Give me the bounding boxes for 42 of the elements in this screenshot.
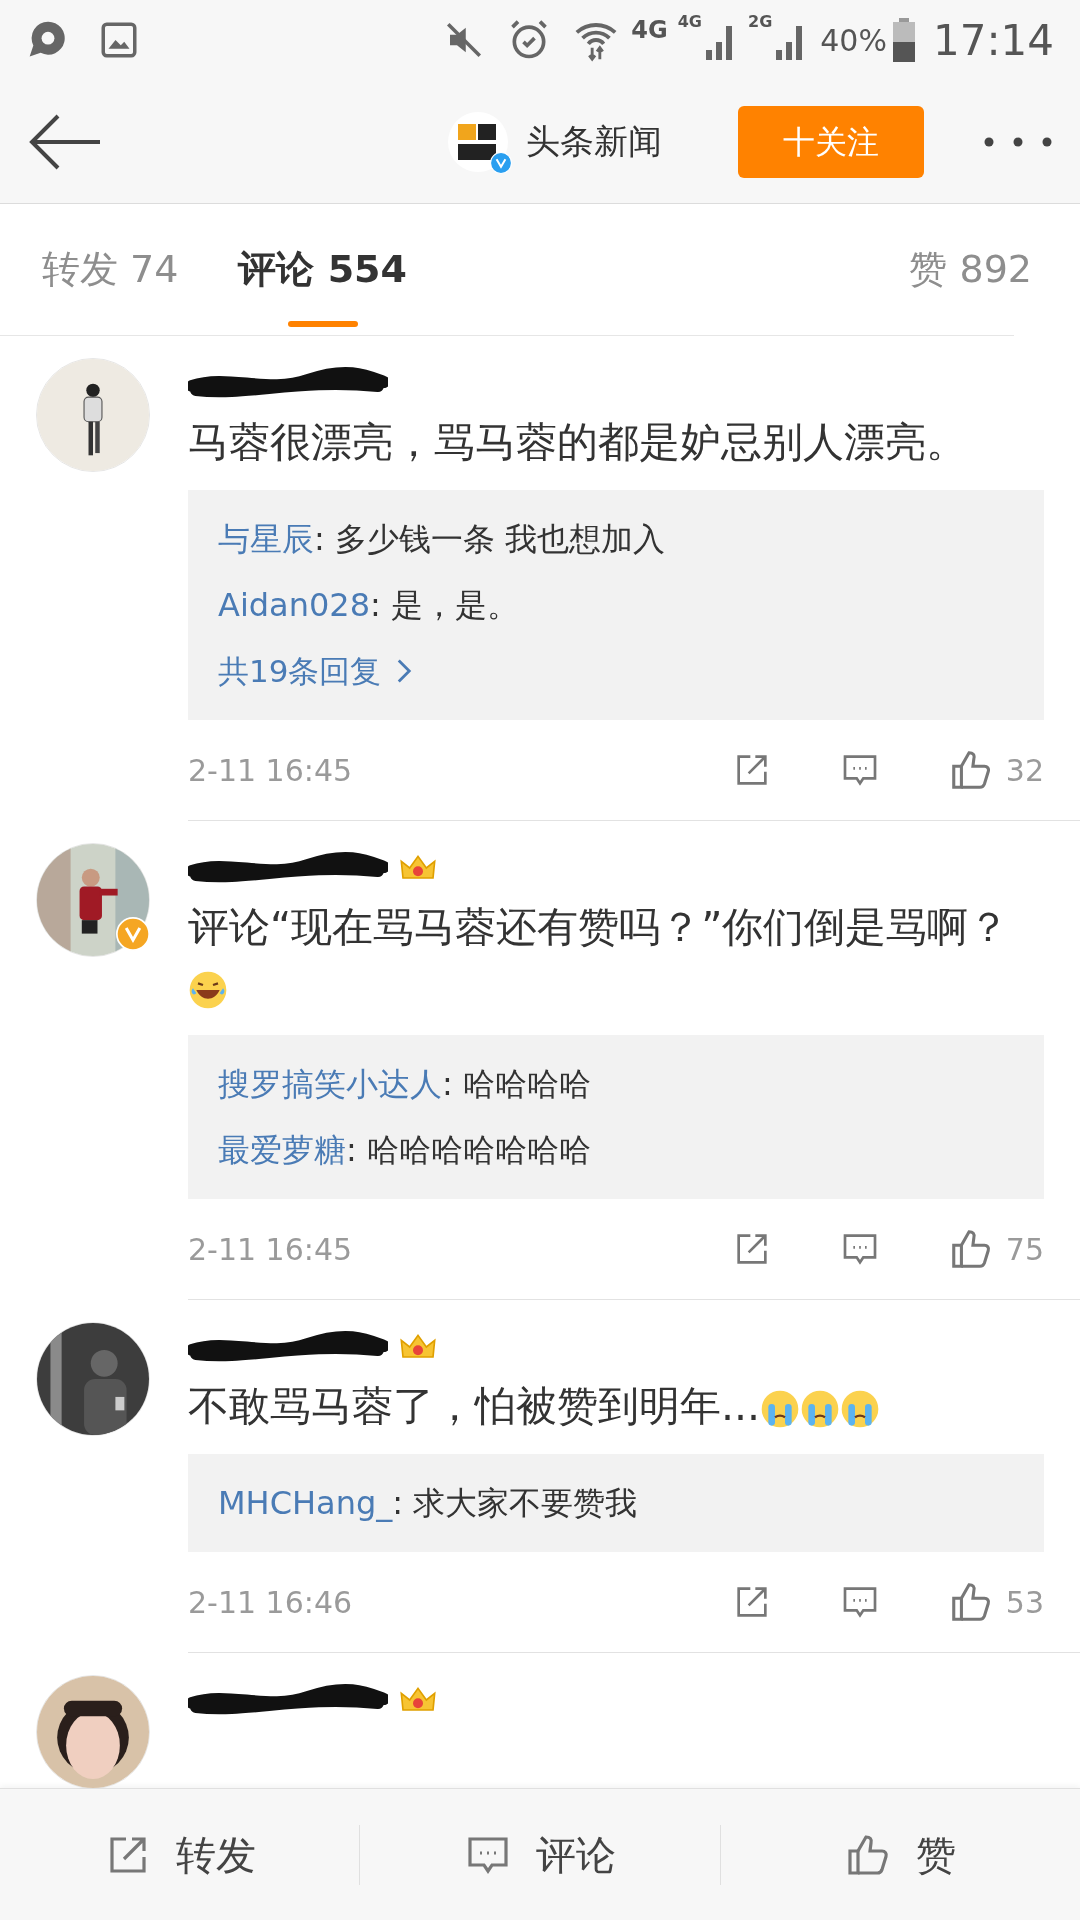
network-label: 2G xyxy=(748,11,773,33)
comment-text: 评论“现在骂马蓉还有赞吗？”你们倒是骂啊？ xyxy=(188,897,1044,1017)
comment-text: 马蓉很漂亮，骂马蓉的都是妒忌别人漂亮。 xyxy=(188,417,968,468)
account-name: 头条新闻 xyxy=(526,120,662,163)
reply-username[interactable]: MHCHang_ xyxy=(218,1479,393,1527)
like-button[interactable]: 53 xyxy=(947,1579,1044,1625)
comment-action-button[interactable]: 评论 xyxy=(360,1824,720,1885)
follow-button[interactable]: 十关注 xyxy=(738,105,924,178)
reply-text: : 多少钱一条 我也想加入 xyxy=(314,519,666,560)
comment-time: 2-11 16:45 xyxy=(188,751,354,790)
reply-text: : 哈哈哈哈哈哈哈 xyxy=(346,1130,591,1171)
like-button[interactable]: 75 xyxy=(947,1226,1044,1272)
network-label: 4G xyxy=(677,11,702,33)
laughing-emoji-icon xyxy=(188,970,228,1010)
tab[interactable]: 评论 554 xyxy=(238,204,407,335)
clock: 17:14 xyxy=(932,14,1054,67)
tab-underline xyxy=(287,321,358,327)
chevron-right-icon xyxy=(395,657,414,685)
crying-emoji-icon xyxy=(840,1389,881,1429)
network-label: 4G xyxy=(631,15,668,46)
reply-text: : 哈哈哈哈 xyxy=(442,1064,591,1105)
comment-text: 不敢骂马蓉了，怕被赞到明年... xyxy=(188,1376,1044,1436)
reply-username[interactable]: 与星辰 xyxy=(218,515,314,563)
news-logo xyxy=(448,111,508,172)
reply-text: : 是，是。 xyxy=(370,585,519,626)
like-button[interactable]: 32 xyxy=(947,747,1044,793)
likes-tab[interactable]: 赞 892 xyxy=(909,204,1032,335)
reply-username[interactable]: 搜罗搞笑小达人 xyxy=(218,1060,442,1108)
comment-time: 2-11 16:46 xyxy=(188,1583,354,1622)
comment-time: 2-11 16:45 xyxy=(188,1230,354,1269)
crying-emoji-icon xyxy=(760,1389,801,1429)
reply-username[interactable]: 最爱萝糖 xyxy=(218,1126,346,1174)
battery-percent: 40% xyxy=(820,21,887,60)
repost-action-button[interactable]: 转发 xyxy=(0,1824,360,1885)
more-dots-icon xyxy=(984,136,1052,147)
crying-emoji-icon xyxy=(800,1389,841,1429)
reply-username[interactable]: Aidan028 xyxy=(218,581,371,629)
like-action-button[interactable]: 赞 xyxy=(720,1824,1080,1885)
tab[interactable]: 转发 74 xyxy=(42,204,179,335)
more-replies-link[interactable]: 共19条回复 xyxy=(218,638,1014,704)
battery-icon xyxy=(892,18,915,62)
reply-text: : 求大家不要赞我 xyxy=(392,1483,638,1524)
